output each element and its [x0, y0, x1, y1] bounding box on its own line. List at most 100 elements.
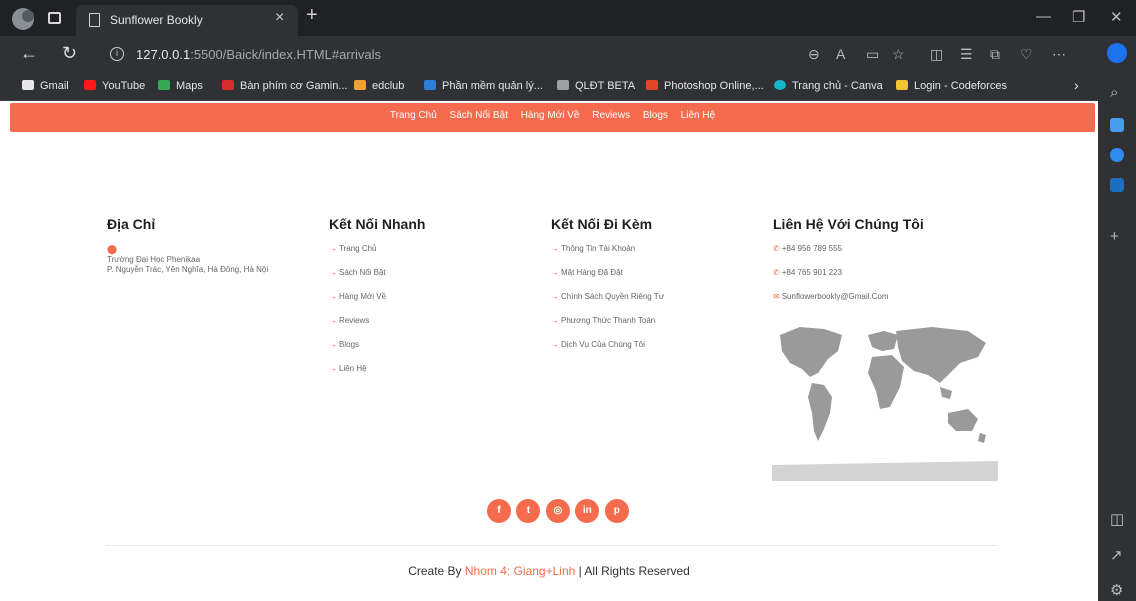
- more-menu-icon[interactable]: ⋯: [1052, 46, 1066, 63]
- bookmark-canva[interactable]: Trang chủ - Canva: [774, 80, 883, 92]
- add-icon[interactable]: +: [1110, 228, 1119, 245]
- refresh-icon[interactable]: ↻: [62, 43, 77, 64]
- youtube-icon: [84, 80, 96, 90]
- bookmark-codeforces[interactable]: Login - Codeforces: [896, 80, 1007, 92]
- bookmark-label: QLĐT BETA: [575, 80, 636, 92]
- site-header: Trang Chủ Sách Nổi Bật Hàng Mới Về Revie…: [10, 103, 1095, 132]
- bookmark-qldt[interactable]: QLĐT BETA: [557, 80, 635, 92]
- extra-link-label: Dịch Vụ Của Chúng Tôi: [561, 340, 645, 349]
- maps-icon: [158, 80, 170, 90]
- contact-phone-2[interactable]: ✆ +84 765 901 223: [773, 268, 924, 292]
- profile-avatar[interactable]: [12, 8, 34, 30]
- quick-link-contact[interactable]: → Liên Hệ: [329, 364, 425, 388]
- immersive-reader-icon[interactable]: ▭: [866, 46, 879, 63]
- bookmark-gmail[interactable]: Gmail: [22, 80, 69, 92]
- settings-gear-icon[interactable]: ⚙: [1110, 581, 1123, 599]
- contact-email[interactable]: ✉ Sunflowerbookly@Gmail.Com: [773, 292, 924, 316]
- bookmarks-bar: Gmail YouTube Maps Bàn phím cơ Gamin... …: [0, 74, 1098, 101]
- zoom-icon[interactable]: ⊖: [808, 46, 820, 63]
- arrow-right-icon: →: [551, 268, 559, 277]
- extra-links-title: Kết Nối Đi Kèm: [551, 216, 653, 232]
- credit-author[interactable]: Nhom 4: Giang+Linh: [465, 564, 575, 578]
- back-icon[interactable]: ←: [20, 43, 38, 64]
- extra-link-payment[interactable]: → Phương Thức Thanh Toán: [551, 316, 664, 340]
- photoshop-icon: [646, 80, 658, 90]
- bookmark-photoshop[interactable]: Photoshop Online,...: [646, 80, 764, 92]
- footer-contact-column: Liên Hệ Với Chúng Tôi ✆ +84 956 789 555 ✆…: [773, 216, 924, 316]
- bookmark-label: Maps: [176, 80, 203, 92]
- phone-icon: ✆: [773, 244, 780, 253]
- new-tab-icon[interactable]: +: [306, 4, 318, 27]
- outlook-icon[interactable]: [1110, 178, 1124, 192]
- linkedin-icon[interactable]: in: [575, 499, 600, 523]
- contact-phone-1[interactable]: ✆ +84 956 789 555: [773, 244, 924, 268]
- sidebar-panel-icon[interactable]: ◫: [1110, 510, 1124, 528]
- tag-icon[interactable]: [1110, 118, 1124, 132]
- quick-link-label: Blogs: [339, 340, 360, 349]
- performance-icon[interactable]: ♡: [1020, 46, 1033, 63]
- arrow-right-icon: →: [329, 292, 337, 301]
- quick-link-new-arrivals[interactable]: → Hàng Mới Về: [329, 292, 425, 316]
- bookmark-edclub[interactable]: edclub: [354, 80, 404, 92]
- address-line1: Trường Đại Học Phenikaa: [107, 255, 201, 264]
- close-tab-icon[interactable]: ×: [275, 9, 284, 27]
- nav-item-new-arrivals[interactable]: Hàng Mới Về: [521, 110, 580, 121]
- url-path: :5500/Baick/index.HTML#arrivals: [190, 47, 381, 62]
- quick-link-reviews[interactable]: → Reviews: [329, 316, 425, 340]
- instagram-icon[interactable]: ◎: [545, 499, 570, 523]
- social-icons: f t ◎ in p: [487, 499, 630, 529]
- site-info-icon[interactable]: i: [110, 47, 124, 61]
- chevron-right-icon[interactable]: ›: [1074, 77, 1079, 93]
- nav-item-reviews[interactable]: Reviews: [592, 110, 630, 121]
- map-pin-icon: ⬤: [107, 244, 118, 254]
- extra-link-orders[interactable]: → Mặt Hàng Đã Đặt: [551, 268, 664, 292]
- facebook-icon[interactable]: f: [487, 499, 511, 523]
- arrow-right-icon: →: [551, 316, 559, 325]
- nav-item-blogs[interactable]: Blogs: [643, 110, 668, 121]
- bookmark-management-software[interactable]: Phần mềm quản lý...: [424, 80, 543, 92]
- management-software-icon: [424, 80, 436, 90]
- quick-link-featured[interactable]: → Sách Nổi Bật: [329, 268, 425, 292]
- nav-item-featured[interactable]: Sách Nổi Bật: [450, 110, 508, 121]
- external-link-icon[interactable]: ↗: [1110, 546, 1123, 564]
- copilot-icon[interactable]: [1107, 43, 1127, 63]
- nav-item-home[interactable]: Trang Chủ: [390, 110, 437, 121]
- games-icon[interactable]: [1110, 148, 1124, 162]
- bookmark-label: YouTube: [102, 80, 146, 92]
- address-bar-row: ← ↻ i 127.0.0.1:5500/Baick/index.HTML#ar…: [0, 36, 1098, 74]
- bookmark-maps[interactable]: Maps: [158, 80, 203, 92]
- quick-link-label: Liên Hệ: [339, 364, 367, 373]
- tab-strip: Sunflower Bookly × + — ❐ ✕: [0, 0, 1136, 36]
- extra-link-account[interactable]: → Thông Tin Tài Khoản: [551, 244, 664, 268]
- bookmark-youtube[interactable]: YouTube: [84, 80, 145, 92]
- minimize-icon[interactable]: —: [1036, 8, 1051, 25]
- twitter-icon[interactable]: t: [516, 499, 541, 523]
- search-icon[interactable]: ⌕: [1110, 84, 1118, 101]
- pinterest-icon[interactable]: p: [604, 499, 629, 523]
- tab-actions-icon[interactable]: [48, 12, 61, 24]
- bookmark-label: Gmail: [40, 80, 69, 92]
- bookmark-label: Login - Codeforces: [914, 80, 1007, 92]
- favorite-star-icon[interactable]: ☆: [892, 46, 905, 63]
- bookmark-label: edclub: [372, 80, 405, 92]
- tab-title: Sunflower Bookly: [110, 13, 203, 27]
- page-icon: [89, 13, 100, 27]
- codeforces-icon: [896, 80, 908, 90]
- edge-sidebar: ⌕ + ◫ ↗ ⚙: [1098, 36, 1136, 601]
- split-screen-icon[interactable]: ◫: [930, 46, 943, 63]
- quick-link-home[interactable]: → Trang Chủ: [329, 244, 425, 268]
- url-field[interactable]: 127.0.0.1:5500/Baick/index.HTML#arrivals: [136, 47, 381, 62]
- extra-link-services[interactable]: → Dịch Vụ Của Chúng Tôi: [551, 340, 664, 364]
- contact-title: Liên Hệ Với Chúng Tôi: [773, 216, 924, 232]
- footer-credit: Create By Nhom 4: Giang+Linh | All Right…: [0, 564, 1098, 578]
- collections-icon[interactable]: ⧉: [990, 46, 1000, 63]
- extra-link-privacy[interactable]: → Chính Sách Quyền Riêng Tư: [551, 292, 664, 316]
- nav-item-contact[interactable]: Liên Hệ: [681, 110, 715, 121]
- restore-icon[interactable]: ❐: [1072, 8, 1085, 26]
- quick-link-blogs[interactable]: → Blogs: [329, 340, 425, 364]
- close-window-icon[interactable]: ✕: [1110, 8, 1123, 26]
- bookmark-keyboard[interactable]: Bàn phím cơ Gamin...: [222, 80, 347, 92]
- tab-active[interactable]: Sunflower Bookly ×: [76, 5, 298, 36]
- read-aloud-icon[interactable]: A: [836, 46, 845, 62]
- favorites-icon[interactable]: ☰: [960, 46, 973, 63]
